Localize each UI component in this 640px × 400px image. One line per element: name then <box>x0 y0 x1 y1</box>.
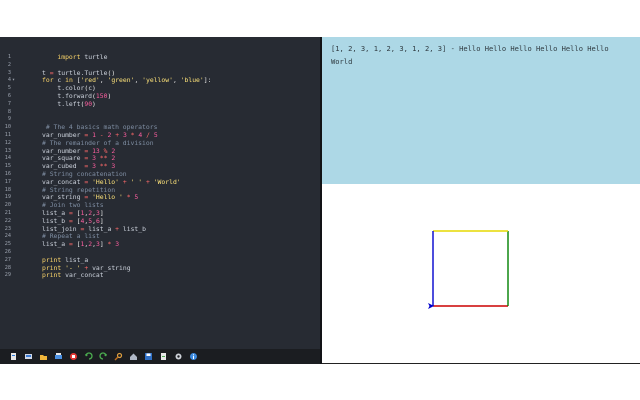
line-number: 1 <box>7 54 11 60</box>
stop-icon[interactable] <box>69 352 78 362</box>
code-text: import turtle <box>57 53 108 61</box>
code-line[interactable]: 29 print var_concat <box>0 271 320 280</box>
share-icon[interactable] <box>159 352 168 362</box>
code-editor[interactable]: 1 import turtle 2 3 t = turtle.Turtle() 4 ▾ fo… <box>0 37 320 364</box>
line-number: 11 <box>4 131 11 138</box>
line-number: 25 <box>4 241 11 248</box>
line-number: 20 <box>4 202 11 209</box>
code-line[interactable]: 7 t.left(90) <box>0 99 320 109</box>
new-file-icon[interactable] <box>9 352 18 362</box>
line-number: 19 <box>4 194 11 201</box>
line-number: 15 <box>4 163 11 170</box>
code-area[interactable]: 1 import turtle 2 3 t = turtle.Turtle() 4 ▾ fo… <box>0 53 320 280</box>
line-number: 2 <box>7 61 11 68</box>
line-number: 24 <box>4 233 11 240</box>
line-number: 10 <box>4 124 11 131</box>
line-number: 16 <box>4 170 11 177</box>
code-line[interactable]: 1 import turtle <box>0 53 320 62</box>
output-text: [1, 2, 3, 1, 2, 3, 1, 2, 3] - Hello Hell… <box>331 44 609 66</box>
line-number: 21 <box>4 209 11 216</box>
line-number: 13 <box>4 147 11 154</box>
code-line[interactable]: 8 <box>0 109 320 117</box>
turtle-canvas <box>322 184 640 364</box>
line-number: 28 <box>4 264 11 271</box>
line-number: 6 <box>7 92 11 99</box>
line-number: 3 <box>7 69 11 76</box>
turtle-drawing <box>428 230 509 309</box>
line-number: 12 <box>4 139 11 146</box>
folder-icon[interactable] <box>39 352 48 362</box>
line-number: 22 <box>4 217 11 224</box>
line-number: 23 <box>4 225 11 232</box>
open-icon[interactable] <box>24 352 33 362</box>
home-icon[interactable] <box>129 352 138 362</box>
save-icon[interactable] <box>144 352 153 362</box>
line-number: 7 <box>7 100 11 107</box>
line-number: 9 <box>7 116 11 123</box>
output-panel: [1, 2, 3, 1, 2, 3, 1, 2, 3] - Hello Hell… <box>322 37 640 184</box>
code-line[interactable]: 25 list_a = [1,2,3] * 3 <box>0 240 320 249</box>
settings-icon[interactable] <box>174 352 183 362</box>
line-number: 4 <box>7 77 11 84</box>
canvas-bottom-border <box>322 363 640 364</box>
redo-icon[interactable] <box>99 352 108 362</box>
print-icon[interactable] <box>54 352 63 362</box>
line-number: 29 <box>4 272 11 279</box>
code-text: print var_concat <box>42 271 104 280</box>
line-number: 5 <box>7 85 11 92</box>
editor-toolbar <box>0 349 320 364</box>
line-number: 14 <box>4 155 11 162</box>
info-icon[interactable] <box>189 352 198 362</box>
code-text: list_a = [1,2,3] * 3 <box>42 240 120 249</box>
line-number: 27 <box>4 256 11 263</box>
line-number: 26 <box>4 248 11 255</box>
search-icon[interactable] <box>114 352 123 362</box>
code-text: t.left(90) <box>57 99 96 108</box>
line-number: 18 <box>4 186 11 193</box>
line-number: 8 <box>7 108 11 115</box>
fold-arrow-icon[interactable]: ▾ <box>12 77 15 85</box>
undo-icon[interactable] <box>84 352 93 362</box>
line-number: 17 <box>4 178 11 185</box>
